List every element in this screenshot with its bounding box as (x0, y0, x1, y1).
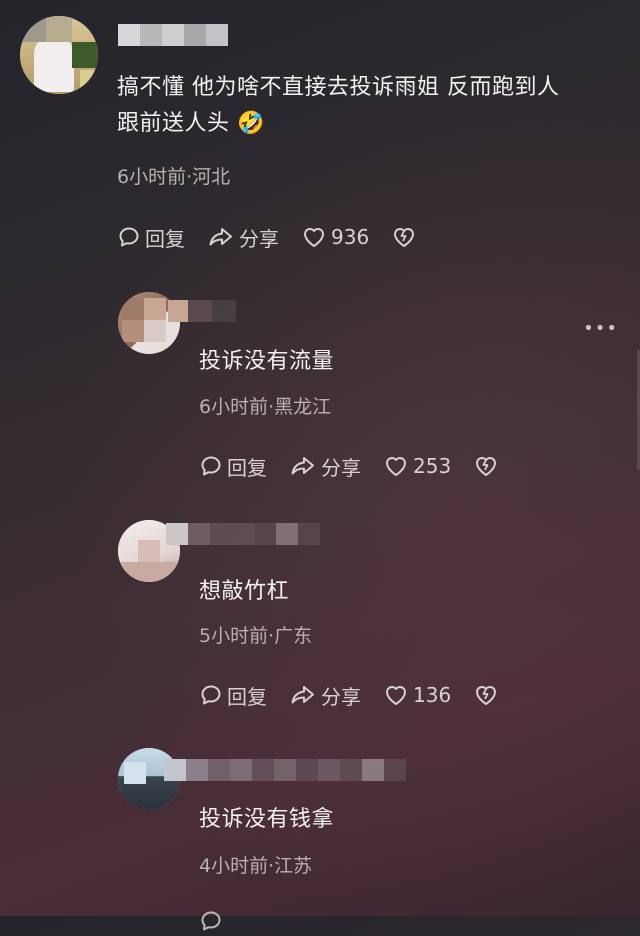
share-label: 分享 (239, 226, 279, 251)
reply-button[interactable]: 回复 (199, 681, 267, 710)
share-icon (291, 686, 314, 704)
heart-icon (304, 228, 324, 247)
more-dots-icon[interactable]: ••• (583, 318, 618, 339)
heart-icon (386, 457, 406, 476)
reply-button[interactable]: 回复 (117, 223, 185, 252)
reply-label: 回复 (227, 455, 267, 480)
reply-icon (201, 456, 221, 476)
laughing-emoji-icon: 🤣 (237, 111, 265, 136)
username-masked[interactable] (168, 300, 236, 322)
avatar[interactable] (20, 16, 98, 94)
comment-actions: 回复 分享 136 (199, 680, 521, 710)
reply-icon (201, 911, 221, 931)
reply-icon (201, 685, 221, 705)
reply-icon (119, 227, 139, 247)
share-button[interactable]: 分享 (207, 223, 279, 252)
like-button[interactable]: 136 (383, 683, 451, 707)
share-label: 分享 (321, 455, 361, 480)
comment-meta: 4小时前·江苏 (199, 855, 313, 877)
comment-actions: 回复 分享 936 (117, 222, 439, 252)
comment-actions: 回复 分享 253 (199, 451, 521, 481)
comment-text-line-1: 搞不懂 他为啥不直接去投诉雨姐 反而跑到人 (117, 75, 560, 100)
username-masked[interactable] (118, 24, 228, 46)
username-masked[interactable] (164, 759, 406, 781)
comment-text-line-2: 跟前送人头 🤣 (117, 111, 265, 136)
like-count: 936 (331, 225, 370, 249)
share-label: 分享 (321, 684, 361, 709)
share-button[interactable]: 分享 (289, 681, 361, 710)
reply-button[interactable]: 回复 (199, 452, 267, 481)
username-masked[interactable] (166, 523, 320, 545)
comment-meta: 6小时前·河北 (117, 166, 231, 188)
share-icon (209, 228, 232, 246)
comment-meta: 5小时前·广东 (199, 625, 313, 647)
comment-actions-partial (199, 906, 245, 936)
comment-text: 想敲竹杠 (199, 579, 290, 604)
comment-text: 搞不懂 他为啥不直接去投诉雨姐 反而跑到人 跟前送人头 🤣 (117, 70, 560, 142)
comment-text: 投诉没有钱拿 (199, 807, 335, 832)
dislike-heart-icon (476, 686, 497, 705)
like-count: 136 (413, 683, 452, 707)
dislike-button[interactable] (473, 683, 499, 707)
dislike-heart-icon (476, 457, 497, 476)
reply-label: 回复 (145, 226, 185, 251)
reply-label: 回复 (227, 684, 267, 709)
comment-meta: 6小时前·黑龙江 (199, 396, 332, 418)
comment-text: 投诉没有流量 (199, 349, 335, 374)
dislike-button[interactable] (473, 454, 499, 478)
like-button[interactable]: 936 (301, 225, 369, 249)
like-count: 253 (413, 454, 452, 478)
like-button[interactable]: 253 (383, 454, 451, 478)
share-icon (291, 457, 314, 475)
heart-icon (386, 686, 406, 705)
dislike-button[interactable] (391, 225, 417, 249)
share-button[interactable]: 分享 (289, 452, 361, 481)
reply-button[interactable] (199, 909, 223, 933)
dislike-heart-icon (394, 228, 415, 247)
